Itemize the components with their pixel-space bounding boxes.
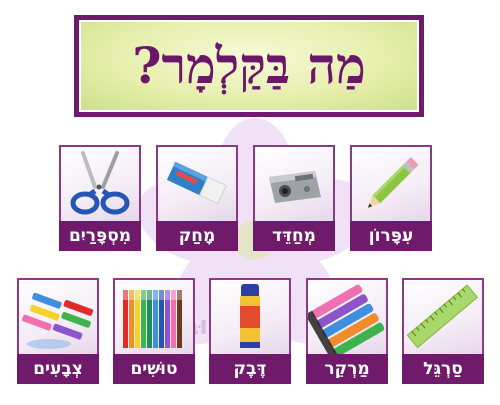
glue-stick-icon <box>240 284 260 348</box>
card-scissors[interactable]: מִסְפָּרַיִם <box>59 145 141 251</box>
felt-pens-icon <box>123 290 182 348</box>
sharpener-icon <box>269 171 321 203</box>
card-label: מִסְפָּרַיִם <box>59 221 141 251</box>
ruler-icon <box>406 284 479 349</box>
card-label: דֶּבֶק <box>209 354 291 384</box>
card-eraser[interactable]: מָחַק <box>156 145 238 251</box>
card-label: מָחַק <box>156 221 238 251</box>
page-title: מַה בַּקַּלְמָר? <box>132 36 366 95</box>
card-pencil[interactable]: עִפָּרוֹן <box>350 145 432 251</box>
pencil-icon <box>368 157 419 208</box>
eraser-icon <box>166 161 227 205</box>
card-label: מַרְקֵר <box>306 354 388 384</box>
card-label: טוּשִׁים <box>113 354 195 384</box>
card-sharpener[interactable]: מְחַדֵּד <box>253 145 335 251</box>
title-panel: מַה בַּקַּלְמָר? <box>74 15 424 117</box>
card-label: סַרְגֵּל <box>402 354 484 384</box>
card-ruler[interactable]: סַרְגֵּל <box>402 278 484 384</box>
card-label: עִפָּרוֹן <box>350 221 432 251</box>
card-glue[interactable]: דֶּבֶק <box>209 278 291 384</box>
crayons-icon <box>22 292 94 349</box>
markers-icon <box>308 284 385 354</box>
card-label: מְחַדֵּד <box>253 221 335 251</box>
card-crayons[interactable]: צְבָעִים <box>17 278 99 384</box>
card-markers[interactable]: מַרְקֵר <box>306 278 388 384</box>
card-felt-pens[interactable]: טוּשִׁים <box>113 278 195 384</box>
card-label: צְבָעִים <box>17 354 99 384</box>
scissors-icon <box>70 151 130 215</box>
